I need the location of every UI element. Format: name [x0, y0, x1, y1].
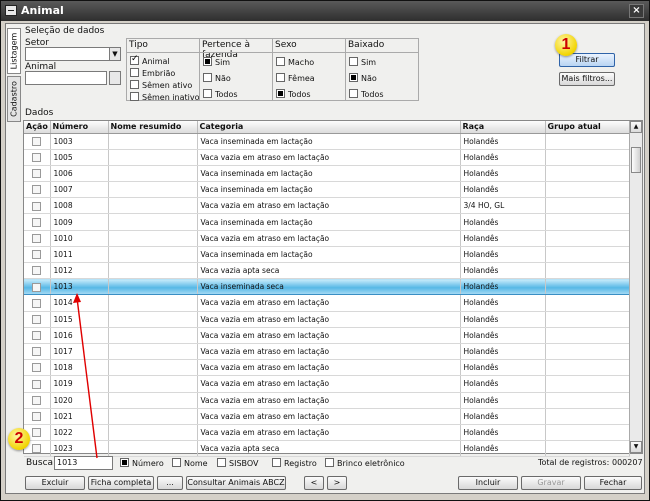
animal-window: Animal × Listagem Cadastro Seleção de da… [0, 0, 650, 501]
annotation-arrow [73, 293, 98, 459]
